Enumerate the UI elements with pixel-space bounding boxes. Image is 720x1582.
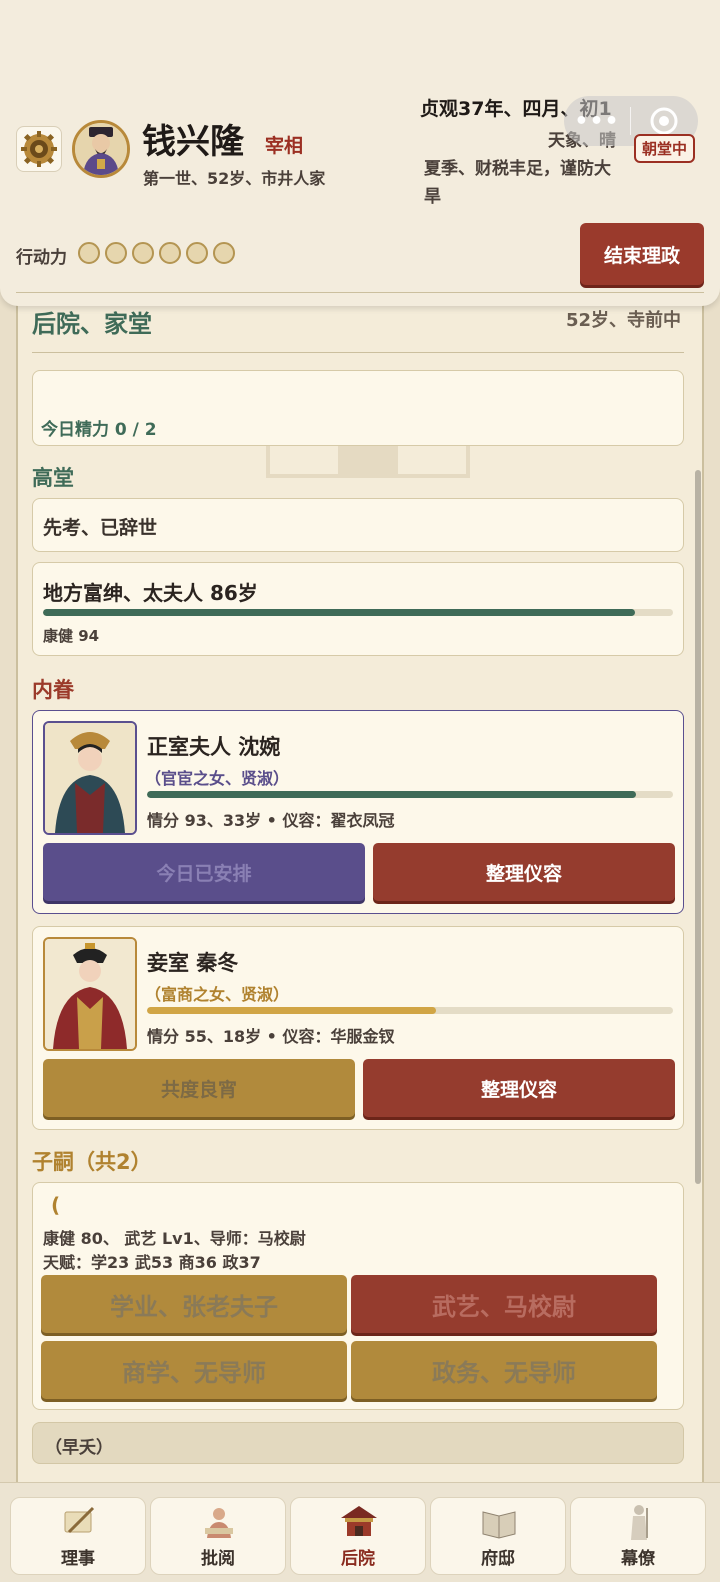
nav-tab-mansion-label: 府邸 <box>481 1549 515 1569</box>
mother-health-fill <box>43 609 636 616</box>
nav-tab-backyard-label: 后院 <box>341 1549 375 1569</box>
child-study-button[interactable]: 学业、张老夫子 <box>41 1275 347 1333</box>
child-1-line2: 天赋：学23 武53 商36 政37 <box>43 1253 261 1272</box>
mother-health-bar <box>43 609 673 616</box>
wife-1-origin: （官宦之女、贤淑） <box>145 769 290 788</box>
pavilion-icon <box>341 1506 377 1536</box>
bottom-nav: 理事 批阅 后院 府邸 幕僚 <box>0 1482 720 1582</box>
wife-1-affection-fill <box>147 791 637 798</box>
mother-name: 地方富绅、太夫人 86岁 <box>43 581 258 605</box>
court-status-badge: 朝堂中 <box>634 134 696 163</box>
action-point-3 <box>132 242 154 264</box>
panel-scrollbar[interactable] <box>695 470 701 1184</box>
end-governance-button[interactable]: 结束理政 <box>580 223 704 285</box>
action-point-6 <box>213 242 235 264</box>
mother-health-label: 康健 94 <box>43 627 100 645</box>
children-title: 子嗣（共2） <box>32 1150 152 1174</box>
wife-2-stats: 情分 55、18岁 • 仪容：华服金钗 <box>147 1027 395 1046</box>
child-politics-button[interactable]: 政务、无导师 <box>351 1341 657 1399</box>
energy-card: 今日精力 0 / 2 <box>32 370 684 446</box>
child-card-2: （早夭） <box>32 1422 684 1464</box>
book-icon <box>482 1511 516 1539</box>
official-reading-icon <box>205 1508 233 1538</box>
energy-text: 今日精力 0 / 2 <box>41 420 157 440</box>
wife-2-groom-button[interactable]: 整理仪容 <box>363 1059 675 1117</box>
backyard-panel: 后院、家堂 52岁、寺前中 今日精力 0 / 2 高堂 先考、已辞世 地方富绅、… <box>16 296 704 1482</box>
nav-tab-advisors-label: 幕僚 <box>621 1549 655 1569</box>
action-point-4 <box>159 242 181 264</box>
wife-2-origin: （富商之女、贤淑） <box>145 985 290 1004</box>
father-text: 先考、已辞世 <box>43 517 158 539</box>
panel-title: 后院、家堂 <box>32 310 152 338</box>
target-icon <box>650 107 678 135</box>
wife-1-groom-button[interactable]: 整理仪容 <box>373 843 675 901</box>
mother-card: 地方富绅、太夫人 86岁 康健 94 <box>32 562 684 656</box>
child-martial-button[interactable]: 武艺、马校尉 <box>351 1275 657 1333</box>
player-avatar[interactable] <box>72 120 130 178</box>
gear-icon <box>21 131 57 167</box>
wife-1-title: 正室夫人 沈婉 <box>147 735 281 759</box>
player-name: 钱兴隆 <box>142 122 244 162</box>
father-card: 先考、已辞世 <box>32 498 684 552</box>
nav-tab-review-label: 批阅 <box>201 1549 235 1569</box>
wife-2-title: 妾室 秦冬 <box>147 951 239 975</box>
wife-1-stats: 情分 93、33岁 • 仪容：翟衣凤冠 <box>147 811 395 830</box>
scroll-brush-icon <box>64 1506 95 1534</box>
nav-tab-affairs[interactable]: 理事 <box>10 1497 146 1575</box>
child-1-line1: 康健 80、 武艺 Lv1、导师：马校尉 <box>43 1229 306 1248</box>
nav-tab-backyard[interactable]: 后院 <box>290 1497 426 1575</box>
wife-card-2: 妾室 秦冬 （富商之女、贤淑） 情分 55、18岁 • 仪容：华服金钗 共度良宵… <box>32 926 684 1130</box>
settings-button[interactable] <box>16 126 62 172</box>
wife-1-affection-bar <box>147 791 673 798</box>
action-point-2 <box>105 242 127 264</box>
child-2-status: （早夭） <box>45 1438 113 1458</box>
wife-card-1: 正室夫人 沈婉 （官宦之女、贤淑） 情分 93、33岁 • 仪容：翟衣凤冠 今日… <box>32 710 684 914</box>
nav-tab-advisors[interactable]: 幕僚 <box>570 1497 706 1575</box>
player-rank: 宰相 <box>265 135 304 157</box>
player-info: 第一世、52岁、市井人家 <box>143 169 326 188</box>
wife-1-scheduled-button[interactable]: 今日已安排 <box>43 843 365 901</box>
wives-title: 内眷 <box>32 678 74 702</box>
wife-portrait-2[interactable] <box>43 937 137 1051</box>
action-point-1 <box>78 242 100 264</box>
child-1-name: ( <box>51 1193 61 1217</box>
child-commerce-button[interactable]: 商学、无导师 <box>41 1341 347 1399</box>
top-header: 钱兴隆 宰相 第一世、52岁、市井人家 贞观37年、四月、初1 天象、晴 夏季、… <box>0 0 720 306</box>
header-divider <box>16 292 704 293</box>
advisor-statue-icon <box>631 1505 648 1540</box>
consort-portrait-icon <box>45 723 135 833</box>
official-portrait-icon <box>75 123 127 175</box>
wife-portrait-1[interactable] <box>43 721 137 835</box>
wife-2-affection-bar <box>147 1007 673 1014</box>
season-text: 夏季、财税丰足，谨防大旱 <box>424 159 611 207</box>
wife-2-affection-fill <box>147 1007 437 1014</box>
panel-title-right: 52岁、寺前中 <box>566 310 682 331</box>
action-point-5 <box>186 242 208 264</box>
close-program-button[interactable] <box>631 106 697 136</box>
more-menu-button[interactable]: ••• <box>564 109 630 134</box>
nav-tab-affairs-label: 理事 <box>61 1549 95 1569</box>
title-divider <box>32 352 684 353</box>
action-points-label: 行动力 <box>16 248 67 268</box>
child-card-1: ( 康健 80、 武艺 Lv1、导师：马校尉 天赋：学23 武53 商36 政3… <box>32 1182 684 1410</box>
wife-2-night-button[interactable]: 共度良宵 <box>43 1059 355 1117</box>
elders-title: 高堂 <box>32 466 74 490</box>
concubine-portrait-icon <box>45 939 135 1049</box>
nav-tab-review[interactable]: 批阅 <box>150 1497 286 1575</box>
nav-tab-mansion[interactable]: 府邸 <box>430 1497 566 1575</box>
